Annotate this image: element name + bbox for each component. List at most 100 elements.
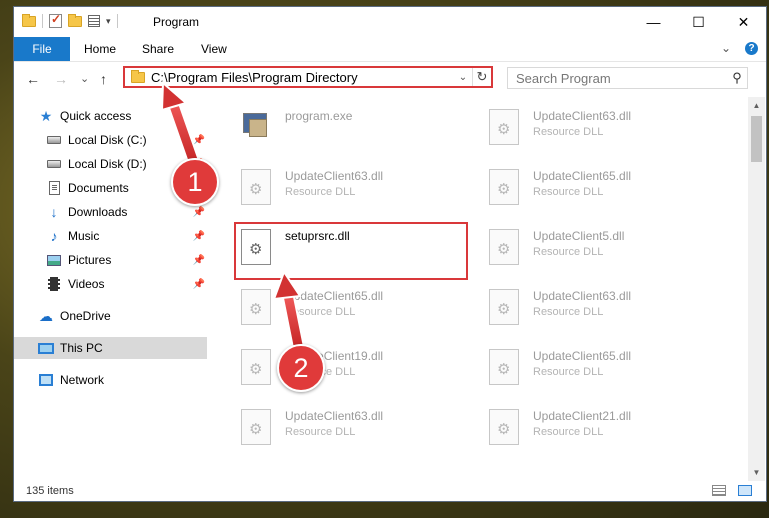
sidebar-item-label: OneDrive: [60, 309, 111, 323]
file-name: UpdateClient65.dll: [533, 169, 632, 183]
file-type: Resource DLL: [533, 366, 604, 378]
search-input[interactable]: Search Program: [508, 71, 727, 86]
pin-icon[interactable]: 📌: [193, 279, 205, 290]
up-button[interactable]: ↑: [100, 71, 107, 87]
sidebar-item-label: Documents: [68, 181, 129, 195]
status-bar: 135 items: [14, 481, 766, 501]
sidebar-item-label: Downloads: [68, 205, 128, 219]
file-item-setuprsrc-dll[interactable]: setuprsrc.dll: [241, 229, 350, 273]
sidebar-item-label: Pictures: [68, 253, 112, 267]
sidebar-item-local-disk-c[interactable]: Local Disk (C:) 📌: [14, 129, 207, 151]
details-view-icon[interactable]: [712, 485, 726, 496]
pin-icon[interactable]: 📌: [193, 207, 205, 218]
file-item[interactable]: UpdateClient65.dll Resource DLL: [241, 289, 383, 333]
file-item[interactable]: UpdateClient65.dll Resource DLL: [489, 169, 631, 213]
sidebar-item-label: This PC: [60, 341, 103, 355]
this-pc-icon: [38, 342, 54, 354]
file-type: Resource DLL: [285, 306, 356, 318]
minimize-button[interactable]: —: [631, 7, 676, 37]
sidebar-item-videos[interactable]: Videos 📌: [14, 273, 207, 295]
properties-check-icon[interactable]: [49, 12, 62, 28]
window-title: Program: [153, 15, 200, 29]
scroll-up-icon[interactable]: ▲: [748, 97, 765, 114]
properties-icon[interactable]: [88, 15, 100, 27]
sidebar-item-this-pc[interactable]: This PC: [14, 337, 207, 359]
toolbar-divider: [116, 14, 118, 28]
refresh-icon[interactable]: ↻: [472, 68, 491, 86]
file-item-program-exe[interactable]: program.exe: [239, 109, 352, 153]
dll-file-icon: [489, 229, 519, 265]
file-item[interactable]: UpdateClient63.dll Resource DLL: [241, 169, 383, 213]
file-name: program.exe: [285, 109, 353, 123]
file-item[interactable]: UpdateClient5.dll Resource DLL: [489, 229, 624, 273]
tab-home[interactable]: Home: [84, 42, 116, 56]
title-bar: ▾ Program — ☐ ✕: [14, 7, 766, 37]
recent-locations-button[interactable]: ⌄: [80, 72, 89, 85]
sidebar-item-music[interactable]: ♪ Music 📌: [14, 225, 207, 247]
dll-file-icon: [241, 229, 271, 265]
expand-ribbon-icon[interactable]: ⌄: [721, 41, 731, 55]
downloads-icon: ↓: [50, 204, 58, 220]
dll-file-icon: [489, 409, 519, 445]
file-type: Resource DLL: [533, 186, 604, 198]
address-bar[interactable]: C:\Program Files\Program Directory ⌄ ↻: [123, 66, 493, 88]
pin-icon[interactable]: 📌: [193, 255, 205, 266]
scroll-down-icon[interactable]: ▼: [748, 464, 765, 481]
dll-file-icon: [489, 289, 519, 325]
onedrive-icon: ☁: [39, 307, 53, 324]
search-box[interactable]: Search Program ⚲: [507, 67, 748, 89]
file-item[interactable]: UpdateClient63.dll Resource DLL: [489, 109, 631, 153]
sidebar-item-label: Local Disk (D:): [68, 157, 147, 171]
sidebar-item-network[interactable]: Network: [14, 369, 207, 391]
scrollbar-thumb[interactable]: [751, 116, 762, 162]
file-item[interactable]: UpdateClient65.dll Resource DLL: [489, 349, 631, 393]
dll-file-icon: [241, 349, 271, 385]
callout-1: 1: [171, 158, 219, 206]
folder-icon: [131, 69, 145, 83]
tab-file[interactable]: File: [14, 37, 70, 61]
sidebar-item-downloads[interactable]: ↓ Downloads 📌: [14, 201, 207, 223]
large-icons-view-icon[interactable]: [738, 485, 752, 496]
address-dropdown-icon[interactable]: ⌄: [454, 72, 472, 83]
file-type: Resource DLL: [285, 426, 356, 438]
vertical-scrollbar[interactable]: ▲ ▼: [748, 97, 765, 481]
dll-file-icon: [241, 289, 271, 325]
dll-file-icon: [489, 109, 519, 145]
ribbon-tabs: File Home Share View ⌄ ?: [14, 37, 766, 62]
file-name: UpdateClient63.dll: [533, 109, 632, 123]
file-name: UpdateClient63.dll: [285, 409, 384, 423]
close-button[interactable]: ✕: [721, 7, 766, 37]
file-type: Resource DLL: [285, 186, 356, 198]
dll-file-icon: [241, 409, 271, 445]
file-name: UpdateClient5.dll: [533, 229, 625, 243]
file-name: UpdateClient63.dll: [285, 169, 384, 183]
maximize-button[interactable]: ☐: [676, 7, 721, 37]
pin-icon[interactable]: 📌: [193, 231, 205, 242]
forward-button[interactable]: →: [54, 71, 68, 87]
back-button[interactable]: ←: [26, 71, 40, 87]
sidebar-item-label: Quick access: [60, 109, 132, 123]
tab-view[interactable]: View: [201, 42, 227, 56]
help-icon[interactable]: ?: [745, 41, 758, 55]
sidebar-item-label: Network: [60, 373, 105, 387]
sidebar-item-pictures[interactable]: Pictures 📌: [14, 249, 207, 271]
file-item[interactable]: UpdateClient63.dll Resource DLL: [489, 289, 631, 333]
file-item[interactable]: UpdateClient63.dll Resource DLL: [241, 409, 383, 453]
file-type: Resource DLL: [533, 306, 604, 318]
file-name: UpdateClient21.dll: [533, 409, 632, 423]
tab-share[interactable]: Share: [142, 42, 174, 56]
network-icon: [39, 374, 53, 386]
sidebar-item-onedrive[interactable]: ☁ OneDrive: [14, 305, 207, 327]
qat-dropdown-icon[interactable]: ▾: [106, 16, 111, 27]
file-type: Resource DLL: [533, 426, 604, 438]
pin-icon[interactable]: 📌: [193, 135, 205, 146]
videos-icon: [48, 277, 60, 291]
disk-icon: [47, 160, 61, 168]
address-path[interactable]: C:\Program Files\Program Directory: [151, 70, 454, 85]
music-icon: ♪: [50, 228, 58, 244]
sidebar-item-quick-access[interactable]: ★ Quick access: [14, 105, 207, 127]
file-type: Resource DLL: [533, 246, 604, 258]
search-icon[interactable]: ⚲: [727, 70, 747, 86]
new-folder-icon[interactable]: [68, 13, 82, 27]
file-item[interactable]: UpdateClient21.dll Resource DLL: [489, 409, 631, 453]
